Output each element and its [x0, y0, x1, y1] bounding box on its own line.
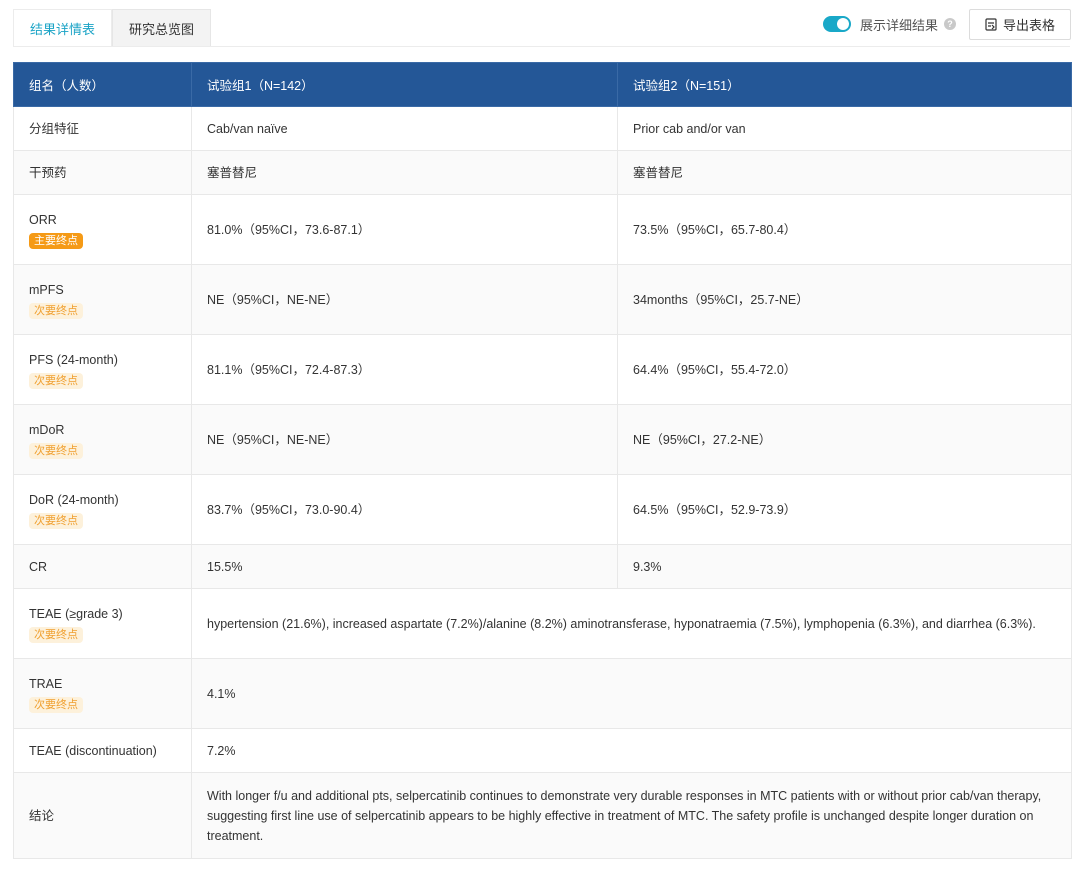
tab-study-overview[interactable]: 研究总览图 — [112, 9, 212, 47]
row-label: TRAE 次要终点 — [13, 658, 192, 729]
row-label: 结论 — [13, 772, 192, 859]
table-row: ORR 主要终点 81.0%（95%CI，73.6-87.1） 73.5%（95… — [13, 194, 1072, 265]
table-row: DoR (24-month) 次要终点 83.7%（95%CI，73.0-90.… — [13, 474, 1072, 545]
secondary-endpoint-badge: 次要终点 — [29, 372, 83, 389]
row-label: PFS (24-month) 次要终点 — [13, 334, 192, 405]
cell-group-1: Cab/van naïve — [191, 106, 618, 151]
cell-group-1: 15.5% — [191, 544, 618, 589]
primary-endpoint-badge: 主要终点 — [29, 232, 83, 249]
export-table-button[interactable]: 导出表格 — [969, 9, 1071, 40]
cell-merged: 7.2% — [191, 728, 1072, 773]
table-row: 干预药 塞普替尼 塞普替尼 — [13, 150, 1072, 195]
row-label: CR — [13, 544, 192, 589]
detail-toggle-group: 展示详细结果 ? — [823, 14, 957, 34]
secondary-endpoint-badge: 次要终点 — [29, 302, 83, 319]
cell-group-2: 塞普替尼 — [617, 150, 1072, 195]
secondary-endpoint-badge: 次要终点 — [29, 442, 83, 459]
cell-group-2: Prior cab and/or van — [617, 106, 1072, 151]
cell-group-2: 9.3% — [617, 544, 1072, 589]
header-group-name: 组名（人数） — [13, 62, 192, 107]
show-details-toggle[interactable] — [823, 16, 851, 32]
table-row: 结论 With longer f/u and additional pts, s… — [13, 772, 1072, 859]
table-row: 分组特征 Cab/van naïve Prior cab and/or van — [13, 106, 1072, 151]
row-label: ORR 主要终点 — [13, 194, 192, 265]
export-icon — [985, 18, 997, 31]
table-row: mDoR 次要终点 NE（95%CI，NE-NE） NE（95%CI，27.2-… — [13, 404, 1072, 475]
table-row: mPFS 次要终点 NE（95%CI，NE-NE） 34months（95%CI… — [13, 264, 1072, 335]
results-table: 组名（人数） 试验组1（N=142） 试验组2（N=151） 分组特征 Cab/… — [13, 62, 1072, 859]
toggle-label: 展示详细结果 — [860, 17, 939, 33]
table-row: TEAE (discontinuation) 7.2% — [13, 728, 1072, 773]
cell-group-1: NE（95%CI，NE-NE） — [191, 404, 618, 475]
cell-group-2: 64.4%（95%CI，55.4-72.0） — [617, 334, 1072, 405]
help-icon[interactable]: ? — [944, 18, 957, 30]
cell-group-2: NE（95%CI，27.2-NE） — [617, 404, 1072, 475]
row-label: TEAE (≥grade 3) 次要终点 — [13, 588, 192, 659]
table-header-row: 组名（人数） 试验组1（N=142） 试验组2（N=151） — [13, 62, 1072, 107]
toggle-knob — [837, 18, 849, 30]
secondary-endpoint-badge: 次要终点 — [29, 626, 83, 643]
cell-group-2: 34months（95%CI，25.7-NE） — [617, 264, 1072, 335]
tab-result-details[interactable]: 结果详情表 — [13, 9, 113, 47]
tab-underline — [13, 46, 1070, 47]
header-group-1: 试验组1（N=142） — [191, 62, 618, 107]
cell-group-1: 81.0%（95%CI，73.6-87.1） — [191, 194, 618, 265]
row-label: 干预药 — [13, 150, 192, 195]
secondary-endpoint-badge: 次要终点 — [29, 512, 83, 529]
conclusion-text: With longer f/u and additional pts, selp… — [191, 772, 1072, 859]
row-label: TEAE (discontinuation) — [13, 728, 192, 773]
table-row: PFS (24-month) 次要终点 81.1%（95%CI，72.4-87.… — [13, 334, 1072, 405]
cell-merged: 4.1% — [191, 658, 1072, 729]
tab-bar: 结果详情表 研究总览图 — [13, 9, 212, 47]
row-label: mDoR 次要终点 — [13, 404, 192, 475]
table-row: TRAE 次要终点 4.1% — [13, 658, 1072, 729]
table-row: TEAE (≥grade 3) 次要终点 hypertension (21.6%… — [13, 588, 1072, 659]
cell-group-1: 81.1%（95%CI，72.4-87.3） — [191, 334, 618, 405]
cell-group-2: 64.5%（95%CI，52.9-73.9） — [617, 474, 1072, 545]
cell-group-1: 83.7%（95%CI，73.0-90.4） — [191, 474, 618, 545]
row-label: mPFS 次要终点 — [13, 264, 192, 335]
table-row: CR 15.5% 9.3% — [13, 544, 1072, 589]
cell-group-1: 塞普替尼 — [191, 150, 618, 195]
row-label: DoR (24-month) 次要终点 — [13, 474, 192, 545]
secondary-endpoint-badge: 次要终点 — [29, 696, 83, 713]
header-group-2: 试验组2（N=151） — [617, 62, 1072, 107]
row-label: 分组特征 — [13, 106, 192, 151]
export-label: 导出表格 — [1002, 18, 1055, 33]
cell-group-1: NE（95%CI，NE-NE） — [191, 264, 618, 335]
cell-merged: hypertension (21.6%), increased aspartat… — [191, 588, 1072, 659]
top-bar: 结果详情表 研究总览图 展示详细结果 ? 导出表格 — [0, 0, 1080, 48]
cell-group-2: 73.5%（95%CI，65.7-80.4） — [617, 194, 1072, 265]
